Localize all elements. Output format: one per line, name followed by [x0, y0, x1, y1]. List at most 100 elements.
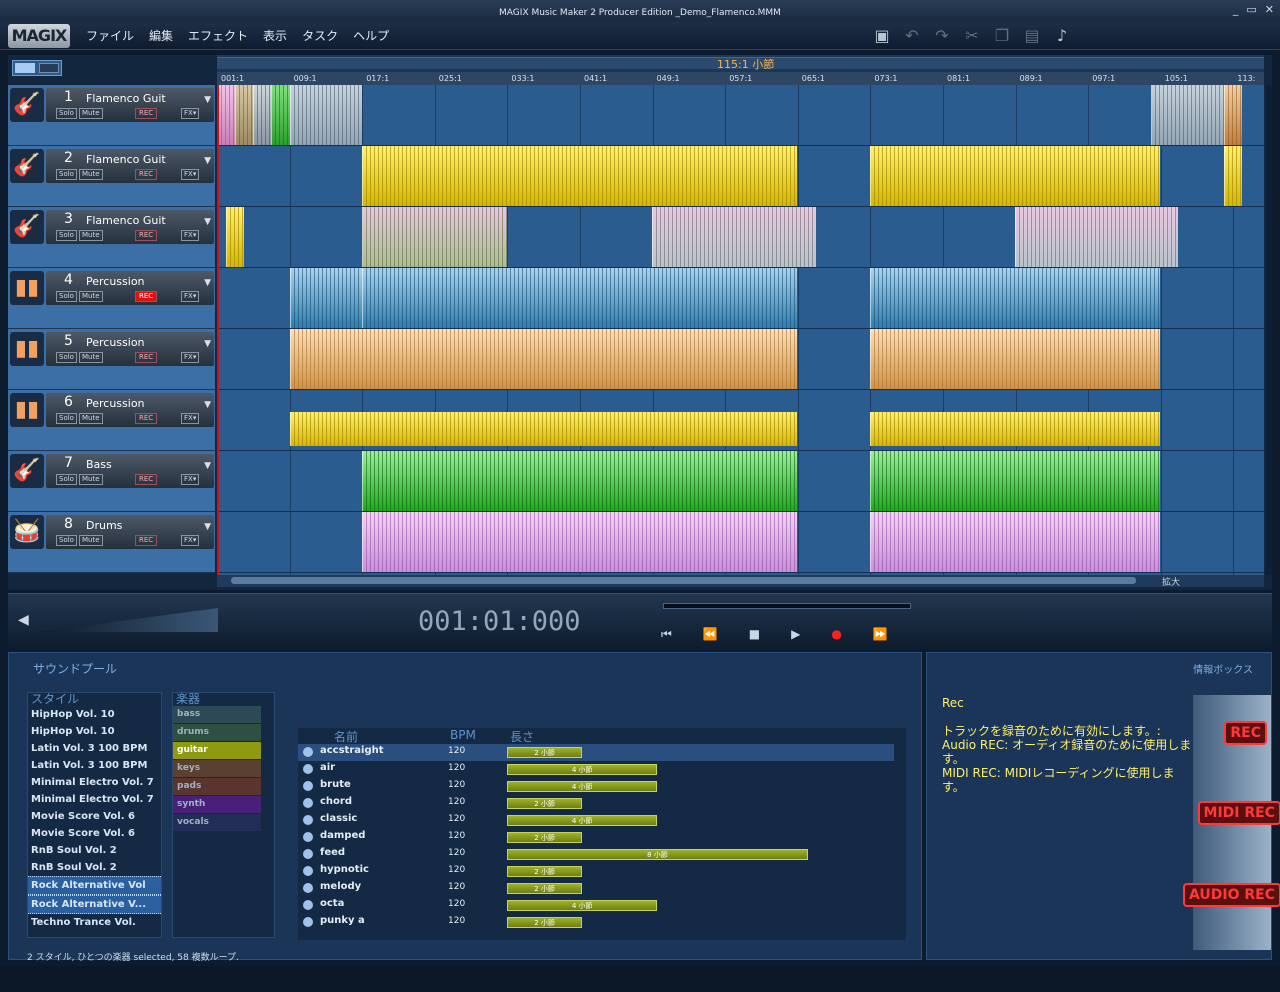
style-item[interactable]: HipHop Vol. 10	[28, 723, 161, 740]
track-header[interactable]: ▮▮ 6 Percussion ▼ Solo Mute REC FX▾	[8, 390, 215, 451]
style-item[interactable]: Techno Trance Vol.	[28, 914, 161, 931]
track-header[interactable]: 🎸 7 Bass ▼ Solo Mute REC FX▾	[8, 451, 215, 512]
mute-button[interactable]: Mute	[78, 352, 103, 363]
rec-button[interactable]: REC	[135, 169, 158, 180]
chevron-down-icon[interactable]: ▼	[204, 278, 211, 288]
stop-icon[interactable]: ■	[749, 627, 760, 642]
rec-button[interactable]: REC	[135, 535, 158, 546]
timeline-ruler[interactable]: 115:1 小節 001:1 009:1 017:1 025:1 033:1 041:1 0…	[217, 55, 1264, 85]
mute-button[interactable]: Mute	[78, 413, 103, 424]
position-slider[interactable]	[663, 603, 911, 609]
menu-view[interactable]: 表示	[263, 22, 287, 50]
mute-button[interactable]: Mute	[78, 291, 103, 302]
track-lane[interactable]	[217, 268, 1264, 329]
loop-row[interactable]: accstraight 120 2 小節	[298, 744, 894, 761]
length-header[interactable]: 長さ	[510, 728, 534, 745]
style-item[interactable]: Minimal Electro Vol. 7	[28, 774, 161, 791]
fx-button[interactable]: FX▾	[181, 474, 200, 485]
instrument-item[interactable]: bass	[173, 706, 261, 724]
loop-row[interactable]: damped 120 2 小節	[298, 829, 894, 846]
solo-button[interactable]: Solo	[56, 474, 77, 485]
instrument-item[interactable]: keys	[173, 760, 261, 778]
style-item[interactable]: HipHop Vol. 10	[28, 706, 161, 723]
chevron-down-icon[interactable]: ▼	[204, 95, 211, 105]
style-item[interactable]: Movie Score Vol. 6	[28, 825, 161, 842]
style-item[interactable]: Movie Score Vol. 6	[28, 808, 161, 825]
instrument-item[interactable]: drums	[173, 724, 261, 742]
mute-button[interactable]: Mute	[78, 535, 103, 546]
track-lane[interactable]	[217, 329, 1264, 390]
solo-button[interactable]: Solo	[56, 535, 77, 546]
rec-button[interactable]: REC	[135, 352, 158, 363]
undo-icon[interactable]: ↶	[902, 26, 922, 46]
menu-edit[interactable]: 編集	[149, 22, 173, 50]
track-name[interactable]: Bass	[86, 458, 112, 471]
mute-button[interactable]: Mute	[78, 230, 103, 241]
loop-row[interactable]: classic 120 4 小節	[298, 812, 894, 829]
rec-button[interactable]: REC	[135, 474, 158, 485]
track-lane[interactable]	[217, 85, 1264, 146]
zoom-label[interactable]: 拡大	[1162, 575, 1180, 588]
save-icon[interactable]: ▣	[872, 26, 892, 46]
style-item[interactable]: Latin Vol. 3 100 BPM	[28, 740, 161, 757]
track-lane[interactable]	[217, 146, 1264, 207]
loop-row[interactable]: air 120 4 小節	[298, 761, 894, 778]
rec-button[interactable]: REC	[135, 291, 158, 302]
track-lanes[interactable]	[217, 85, 1264, 575]
loop-row[interactable]: hypnotic 120 2 小節	[298, 863, 894, 880]
paste-icon[interactable]: ▤	[1022, 26, 1042, 46]
loop-row[interactable]: brute 120 4 小節	[298, 778, 894, 795]
name-header[interactable]: 名前	[334, 728, 358, 745]
redo-icon[interactable]: ↷	[932, 26, 952, 46]
scroll-thumb[interactable]	[231, 577, 1136, 584]
track-lane[interactable]	[217, 512, 1264, 573]
instrument-item[interactable]: vocals	[173, 814, 261, 832]
track-name[interactable]: Percussion	[86, 336, 145, 349]
loop-row[interactable]: melody 120 2 小節	[298, 880, 894, 897]
track-lane[interactable]	[217, 390, 1264, 451]
master-volume-slider[interactable]	[38, 608, 218, 632]
loop-row[interactable]: chord 120 2 小節	[298, 795, 894, 812]
track-header[interactable]: ▮▮ 5 Percussion ▼ Solo Mute REC FX▾	[8, 329, 215, 390]
maximize-icon[interactable]: ▭	[1246, 3, 1256, 16]
info-title[interactable]: 情報ボックス	[1193, 661, 1253, 676]
solo-button[interactable]: Solo	[56, 291, 77, 302]
fx-button[interactable]: FX▾	[181, 169, 200, 180]
track-header[interactable]: ▮▮ 4 Percussion ▼ Solo Mute REC FX▾	[8, 268, 215, 329]
track-name[interactable]: Flamenco Guit	[86, 214, 166, 227]
fx-button[interactable]: FX▾	[181, 535, 200, 546]
note-icon[interactable]: ♪	[1052, 26, 1072, 46]
track-header[interactable]: 🎸 3 Flamenco Guit ▼ Solo Mute REC FX▾	[8, 207, 215, 268]
rec-button[interactable]: REC	[135, 108, 158, 119]
horizontal-scrollbar[interactable]: 拡大	[217, 575, 1264, 588]
chevron-down-icon[interactable]: ▼	[204, 522, 211, 532]
style-item[interactable]: Rock Alternative Vol	[28, 876, 161, 895]
solo-button[interactable]: Solo	[56, 169, 77, 180]
solo-button[interactable]: Solo	[56, 230, 77, 241]
mute-button[interactable]: Mute	[78, 108, 103, 119]
menu-file[interactable]: ファイル	[86, 22, 134, 50]
style-item[interactable]: RnB Soul Vol. 2	[28, 842, 161, 859]
minimize-icon[interactable]: _	[1233, 3, 1239, 16]
fx-button[interactable]: FX▾	[181, 230, 200, 241]
mute-button[interactable]: Mute	[78, 474, 103, 485]
chevron-down-icon[interactable]: ▼	[204, 461, 211, 471]
track-lane[interactable]	[217, 451, 1264, 512]
chevron-down-icon[interactable]: ▼	[204, 400, 211, 410]
track-header[interactable]: 🥁 8 Drums ▼ Solo Mute REC FX▾	[8, 512, 215, 573]
track-name[interactable]: Percussion	[86, 275, 145, 288]
style-item[interactable]: RnB Soul Vol. 2	[28, 859, 161, 876]
chevron-down-icon[interactable]: ▼	[204, 217, 211, 227]
play-icon[interactable]: ▶	[791, 627, 800, 642]
instrument-item[interactable]: pads	[173, 778, 261, 796]
fx-button[interactable]: FX▾	[181, 352, 200, 363]
chevron-down-icon[interactable]: ▼	[204, 339, 211, 349]
playhead[interactable]	[217, 85, 219, 575]
fx-button[interactable]: FX▾	[181, 108, 200, 119]
rewind-icon[interactable]: ⏪	[703, 627, 718, 642]
sound-pool-title[interactable]: サウンドプール	[33, 660, 117, 677]
chevron-down-icon[interactable]: ▼	[204, 156, 211, 166]
loop-row[interactable]: punky a 120 2 小節	[298, 914, 894, 931]
track-name[interactable]: Flamenco Guit	[86, 92, 166, 105]
loop-row[interactable]: octa 120 4 小節	[298, 897, 894, 914]
